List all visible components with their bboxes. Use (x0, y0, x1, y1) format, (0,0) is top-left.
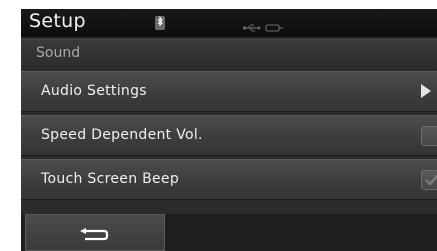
return-arrow-icon (80, 228, 109, 241)
page-title: Setup (29, 10, 86, 32)
back-button[interactable] (25, 214, 165, 251)
menu-item-label: Touch Screen Beep (41, 171, 180, 187)
menu-item-touch-screen-beep[interactable]: Touch Screen Beep (21, 159, 437, 200)
chevron-right-icon (421, 84, 431, 98)
bluetooth-icon (155, 16, 165, 30)
checkmark-icon (425, 174, 437, 186)
menu-item-label: Speed Dependent Vol. (41, 127, 203, 143)
section-header: Sound (21, 39, 437, 69)
section-label: Sound (36, 45, 81, 61)
bottom-bar (21, 214, 437, 251)
setup-screen: Setup Sound Audio Settings Speed Depende… (21, 9, 437, 251)
aux-icon (265, 18, 285, 32)
menu-item-audio-settings[interactable]: Audio Settings (21, 71, 437, 112)
menu-item-speed-dependent-vol[interactable]: Speed Dependent Vol. (21, 115, 437, 156)
usb-icon (242, 18, 262, 32)
touch-screen-beep-checkbox[interactable] (421, 170, 437, 190)
speed-dependent-vol-checkbox[interactable] (421, 126, 437, 146)
menu-item-label: Audio Settings (41, 83, 147, 99)
title-bar: Setup (21, 9, 437, 37)
